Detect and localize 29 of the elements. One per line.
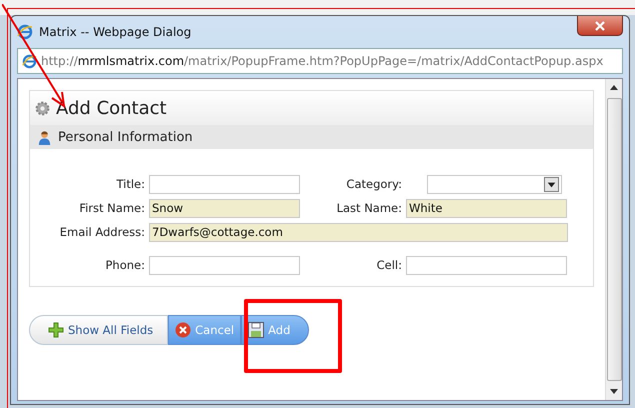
- input-field[interactable]: White: [406, 198, 567, 218]
- field-label: Last Name:: [336, 201, 403, 215]
- scroll-down-icon: [610, 389, 618, 394]
- person-icon: [37, 130, 52, 144]
- cancel-icon: [175, 322, 192, 338]
- toolbar-button[interactable]: Show All Fields: [29, 315, 168, 345]
- page-url: http://mrmlsmatrix.com/matrix/PopupFrame.htm?PopUpPage=/matrix/AddContactPopup.aspx: [41, 54, 604, 68]
- close-icon: [595, 20, 605, 30]
- field-label: First Name:: [78, 201, 146, 215]
- section-title: Personal Information: [58, 130, 193, 144]
- field-label: Title:: [115, 177, 146, 191]
- plus-icon: [48, 322, 64, 338]
- gear-icon: [34, 100, 51, 116]
- category-dropdown[interactable]: [427, 174, 562, 194]
- input-field[interactable]: [406, 256, 567, 274]
- input-field[interactable]: Snow: [149, 198, 300, 218]
- field-label: Email Address:: [58, 225, 146, 239]
- input-field[interactable]: 7Dwarfs@cottage.com: [149, 222, 568, 242]
- scrollbar[interactable]: [605, 79, 622, 400]
- close-button[interactable]: [577, 16, 623, 36]
- field-label: Phone:: [104, 258, 146, 272]
- field-label: Category:: [345, 177, 403, 191]
- browser-logo-icon: [22, 54, 37, 68]
- field-label: Cell:: [376, 258, 403, 272]
- input-field[interactable]: [149, 174, 300, 194]
- browser-logo-icon: [17, 24, 33, 40]
- scroll-up-icon: [610, 85, 618, 90]
- input-field[interactable]: [149, 256, 300, 274]
- window-title: Matrix -- Webpage Dialog: [39, 25, 192, 39]
